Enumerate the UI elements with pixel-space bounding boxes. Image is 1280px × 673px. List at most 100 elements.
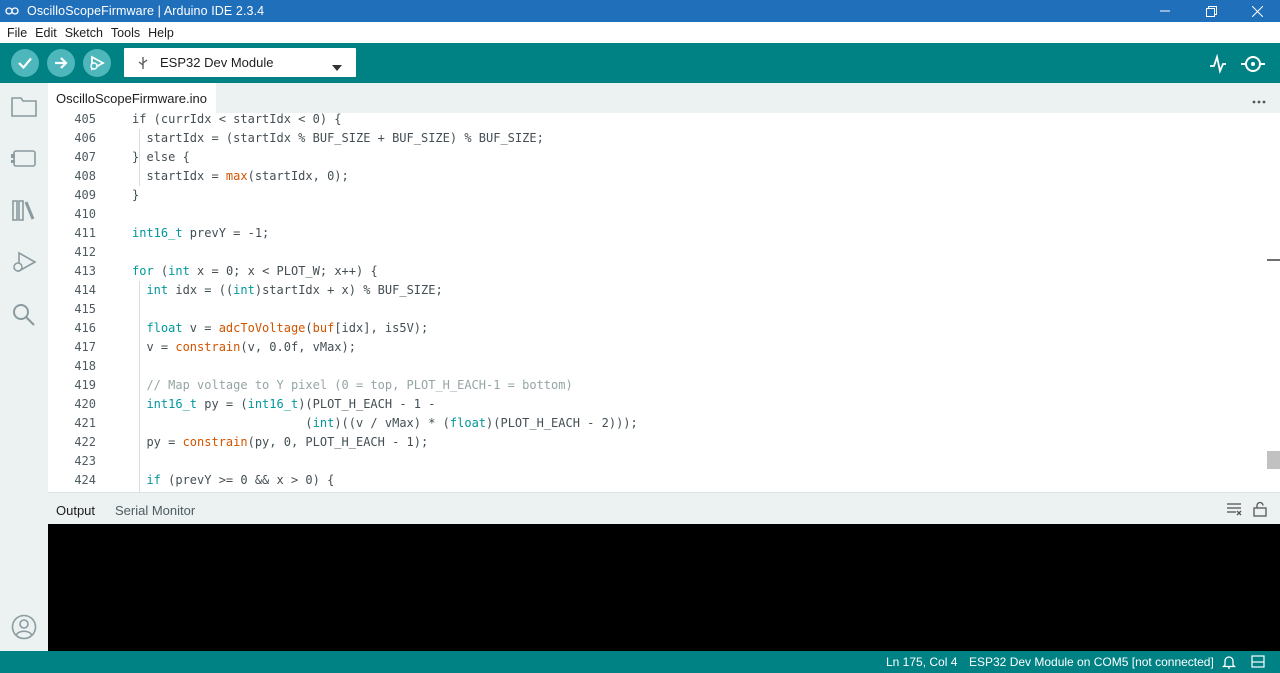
indent-guide [139,281,140,492]
search-button[interactable] [10,300,38,328]
boards-manager-button[interactable] [10,144,38,172]
line-number: 414 [74,283,96,297]
debug-icon [90,55,105,71]
serial-monitor-button[interactable] [1241,52,1265,76]
line-number: 420 [74,397,96,411]
menu-sketch[interactable]: Sketch [61,26,107,40]
monitor-icon [1241,56,1265,72]
code-line: int16_t prevY = -1; [132,226,270,240]
toolbar: ESP32 Dev Module [0,43,1280,83]
library-icon [12,200,35,221]
output-console[interactable] [48,524,1280,651]
arduino-logo-icon [5,6,21,16]
restore-button[interactable] [1188,0,1234,22]
tab-oscilloscope-firmware[interactable]: OscilloScopeFirmware.ino [48,83,216,113]
scrollbar-marker [1267,259,1280,261]
code-line: py = constrain(py, 0, PLOT_H_EACH - 1); [132,435,429,449]
account-button[interactable] [10,613,38,641]
menu-help[interactable]: Help [144,26,178,40]
usb-icon [137,56,149,70]
editor-tab-row: OscilloScopeFirmware.ino [48,83,1280,113]
board-name: ESP32 Dev Module [160,55,274,70]
vertical-scrollbar-thumb[interactable] [1267,451,1280,469]
bell-icon[interactable] [1221,654,1237,672]
check-icon [18,57,32,70]
account-icon [11,614,37,640]
menu-tools[interactable]: Tools [107,26,144,40]
code-line: } else { [132,150,190,164]
upload-button[interactable] [47,49,75,77]
sketchbook-button[interactable] [10,92,38,120]
line-number: 418 [74,359,96,373]
board-status[interactable]: ESP32 Dev Module on COM5 [not connected] [969,655,1214,669]
output-panel-header: Output Serial Monitor [48,492,1280,524]
debug-panel-button[interactable] [10,248,38,276]
line-number: 415 [74,302,96,316]
clear-output-icon[interactable] [1226,502,1242,519]
sidebar [0,83,48,651]
debug-run-icon [13,251,37,273]
code-content[interactable]: if (currIdx < startIdx < 0) { startIdx =… [132,113,652,492]
line-number-gutter: 405 406 407 408 409 410 411 412 413 414 415 416 417 4… [48,113,96,492]
line-number: 413 [74,264,96,278]
line-number: 416 [74,321,96,335]
code-line: // Map voltage to Y pixel (0 = top, PLOT… [146,378,573,392]
chevron-down-icon [332,59,342,74]
window-title: OscilloScopeFirmware | Arduino IDE 2.3.4 [27,4,265,18]
menu-file[interactable]: File [3,26,31,40]
close-window-button[interactable] [1234,0,1280,22]
line-number: 422 [74,435,96,449]
code-line: (int)((v / vMax) * (float)(PLOT_H_EACH -… [132,416,638,430]
tab-output[interactable]: Output [56,503,95,518]
code-line: v = constrain(v, 0.0f, vMax); [132,340,356,354]
minimize-button[interactable] [1142,0,1188,22]
cursor-position[interactable]: Ln 175, Col 4 [886,655,957,669]
code-editor[interactable]: 405 406 407 408 409 410 411 412 413 414 415 416 417 4… [48,113,1280,492]
serial-plotter-button[interactable] [1206,52,1230,76]
line-number: 412 [74,245,96,259]
line-number: 424 [74,473,96,487]
line-number: 411 [74,226,96,240]
line-number: 417 [74,340,96,354]
line-number: 421 [74,416,96,430]
code-line: if (currIdx < startIdx < 0) { [132,113,342,126]
board-icon [11,150,36,167]
debug-button[interactable] [83,49,111,77]
title-bar: OscilloScopeFirmware | Arduino IDE 2.3.4 [0,0,1280,22]
toggle-panel-icon[interactable] [1251,655,1265,671]
library-manager-button[interactable] [10,196,38,224]
lock-icon[interactable] [1253,501,1267,520]
line-number: 423 [74,454,96,468]
menu-edit[interactable]: Edit [31,26,61,40]
folder-icon [11,97,37,117]
code-line: for (int x = 0; x < PLOT_W; x++) { [132,264,378,278]
board-selector[interactable]: ESP32 Dev Module [124,48,356,77]
indent-guide [139,129,140,186]
code-line: int16_t py = (int16_t)(PLOT_H_EACH - 1 - [146,397,436,411]
verify-button[interactable] [11,49,39,77]
code-line: float v = adcToVoltage(buf[idx], is5V); [146,321,429,335]
line-number: 410 [74,207,96,221]
plotter-icon [1210,54,1226,74]
line-number: 409 [74,188,96,202]
line-number: 405 [74,113,96,126]
arrow-right-icon [55,57,68,69]
line-number: 408 [74,169,96,183]
more-options-icon[interactable] [1252,92,1266,107]
status-bar: Ln 175, Col 4 ESP32 Dev Module on COM5 [… [0,651,1280,673]
code-line: startIdx = (startIdx % BUF_SIZE + BUF_SI… [132,131,544,145]
code-line: startIdx = max(startIdx, 0); [132,169,349,183]
line-number: 419 [74,378,96,392]
code-line: int idx = ((int)startIdx + x) % BUF_SIZE… [146,283,443,297]
tab-serial-monitor[interactable]: Serial Monitor [115,503,195,518]
code-line: if (prevY >= 0 && x > 0) { [146,473,335,487]
code-line: } [132,188,140,202]
menu-bar: File Edit Sketch Tools Help [0,22,1280,43]
search-icon [13,304,35,326]
line-number: 406 [74,131,96,145]
